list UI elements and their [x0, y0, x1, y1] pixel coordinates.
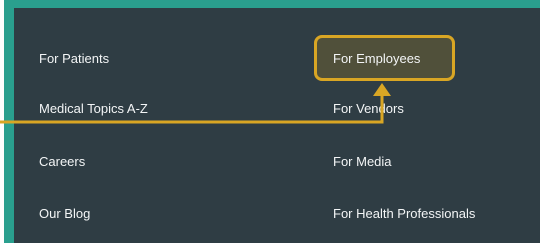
link-for-vendors[interactable]: For Vendors	[333, 101, 404, 117]
link-careers[interactable]: Careers	[39, 154, 85, 170]
link-medical-topics-a-z[interactable]: Medical Topics A-Z	[39, 101, 148, 117]
link-for-media[interactable]: For Media	[333, 154, 392, 170]
link-our-blog[interactable]: Our Blog	[39, 206, 90, 222]
link-for-health-professionals[interactable]: For Health Professionals	[333, 206, 475, 222]
link-for-patients[interactable]: For Patients	[39, 51, 109, 67]
link-for-employees[interactable]: For Employees	[333, 51, 420, 67]
